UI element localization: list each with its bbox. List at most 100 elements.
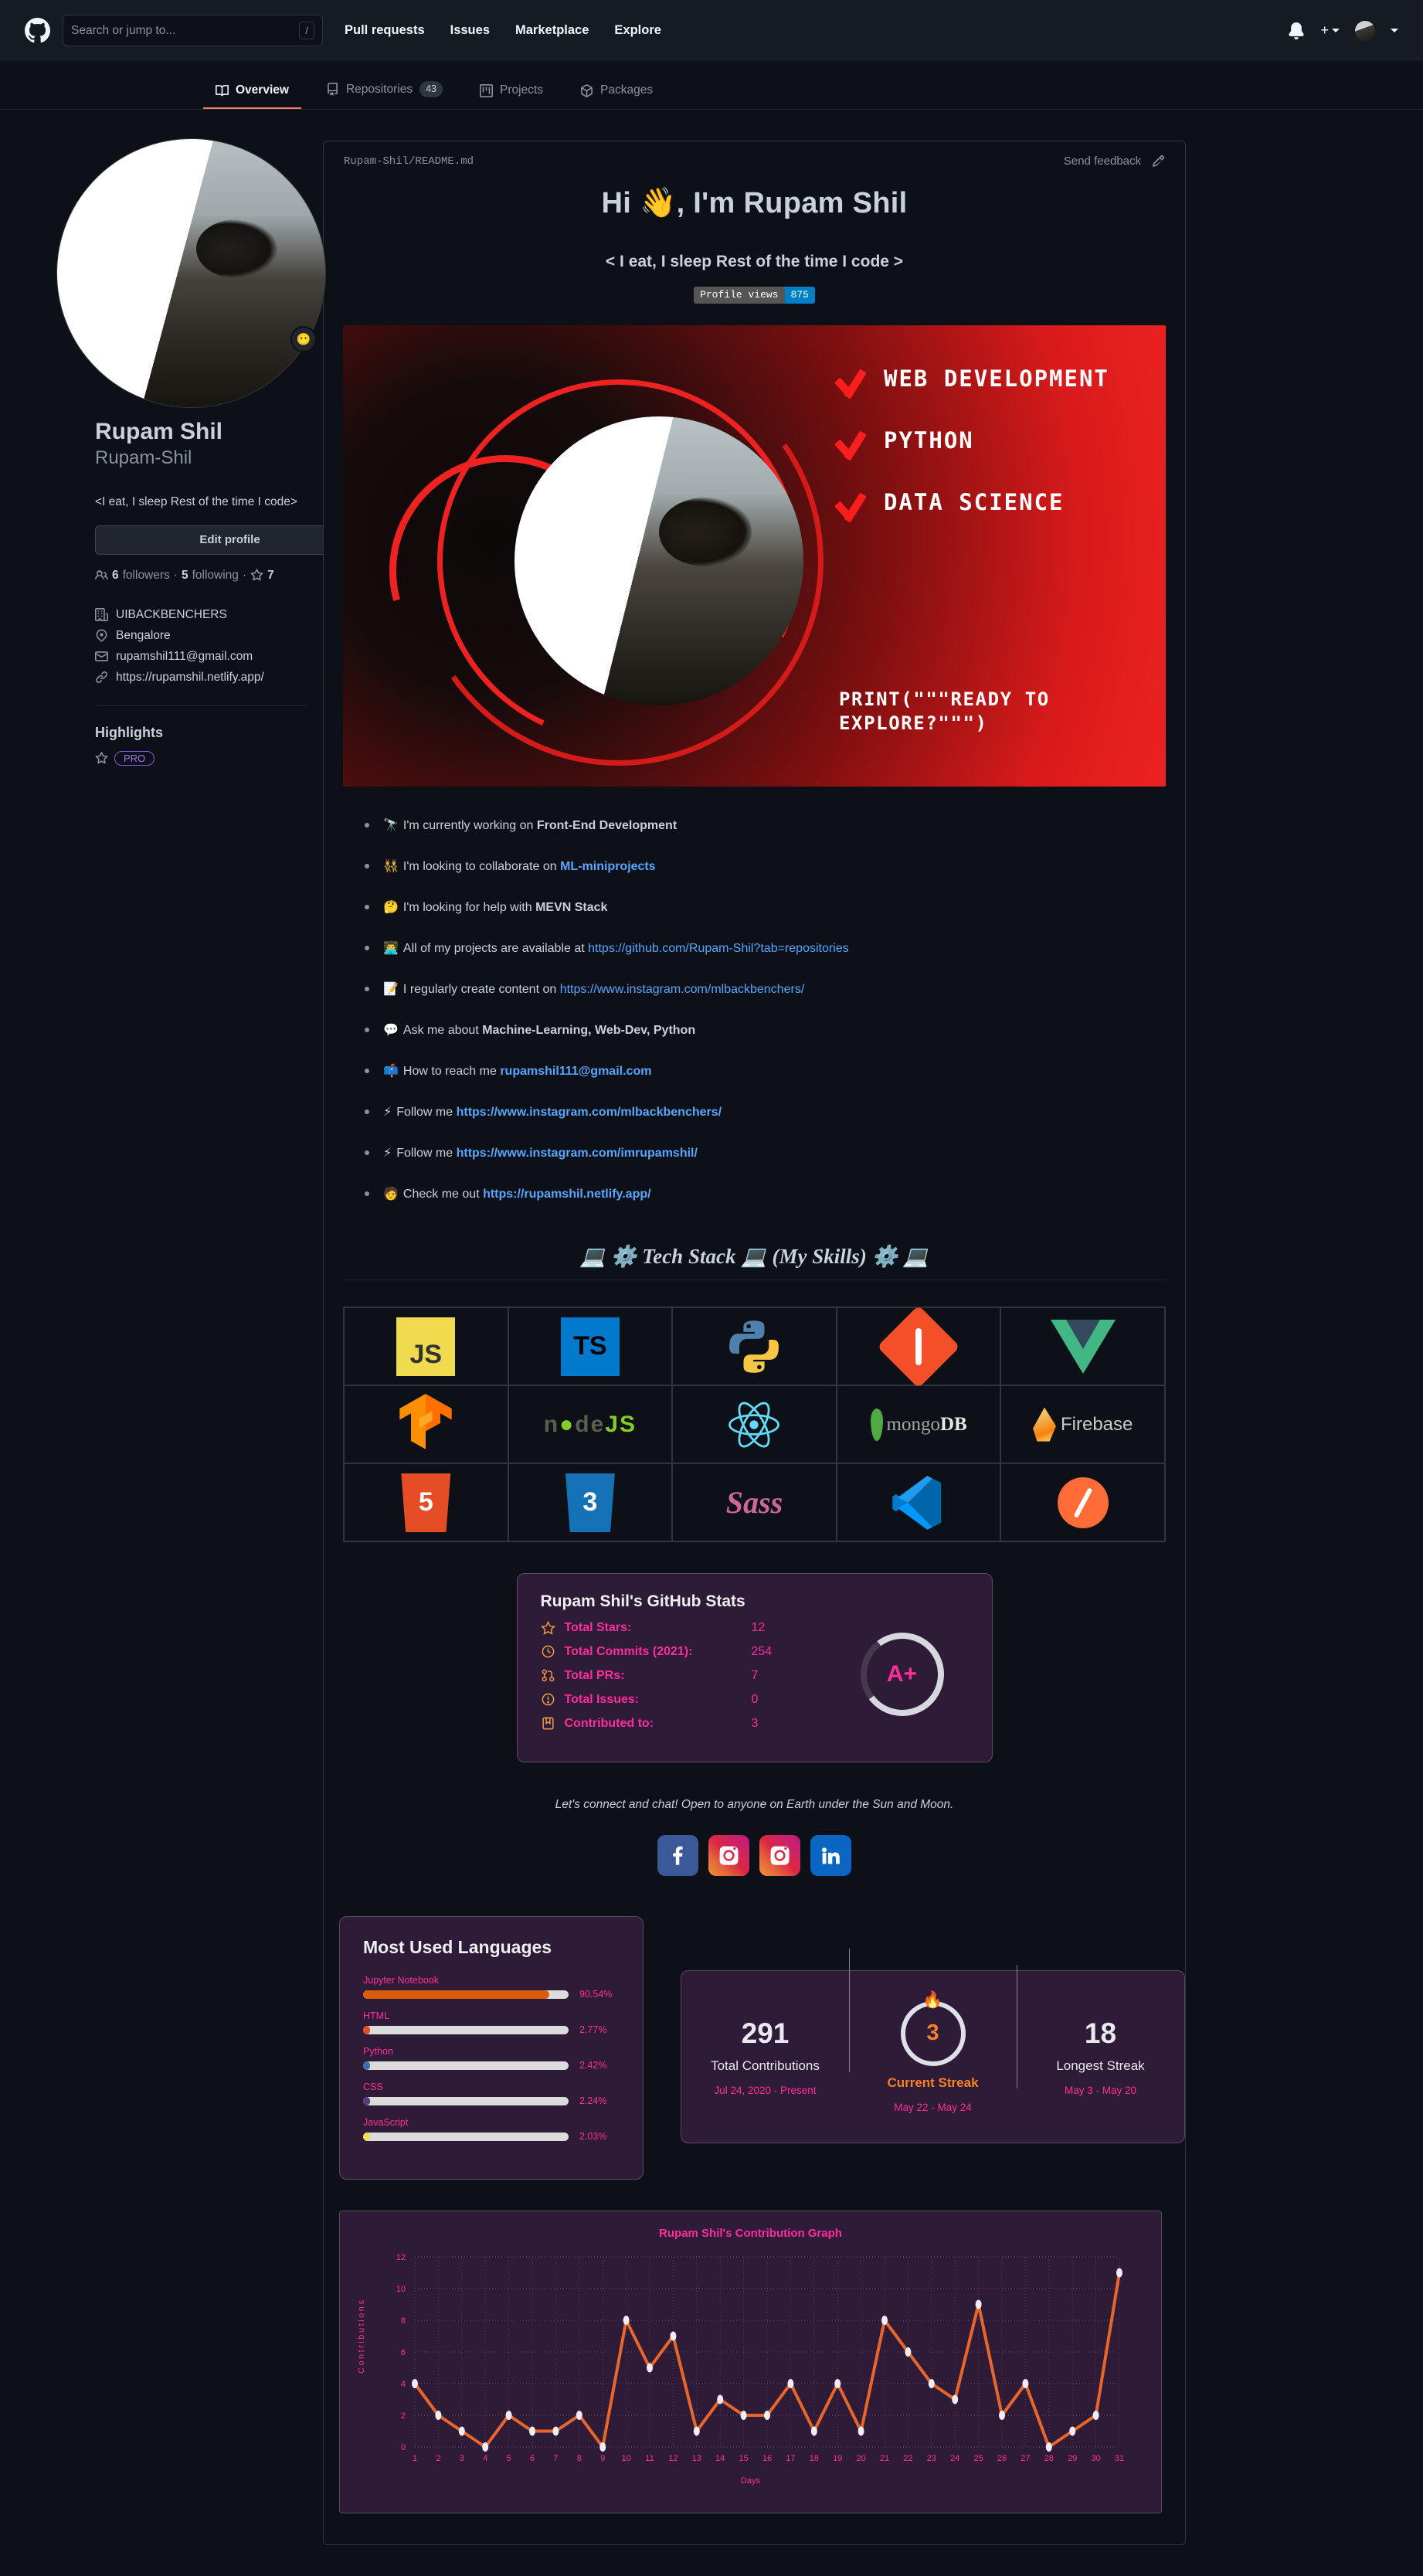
- github-logo-icon[interactable]: [25, 18, 50, 43]
- profile-bio: <I eat, I sleep Rest of the time I code>: [95, 494, 297, 508]
- avatar-chevron-down-icon[interactable]: [1391, 29, 1398, 32]
- nav-marketplace[interactable]: Marketplace: [515, 23, 589, 38]
- nav-explore[interactable]: Explore: [614, 23, 661, 38]
- contribution-point: [881, 2316, 888, 2325]
- tab-packages[interactable]: Packages: [568, 83, 665, 109]
- tech-cell-sass[interactable]: Sass: [672, 1463, 837, 1541]
- tensorflow-icon: [399, 1393, 452, 1449]
- tech-cell-html5[interactable]: 5: [344, 1463, 508, 1541]
- language-bar-track: [363, 2061, 569, 2070]
- social-facebook[interactable]: [657, 1835, 698, 1876]
- profile-sidebar: 😶 Rupam Shil Rupam-Shil <I eat, I sleep …: [37, 110, 365, 2545]
- bullet-link[interactable]: ML-miniprojects: [560, 860, 656, 873]
- following-label[interactable]: following: [192, 569, 239, 583]
- readme-card: Rupam-Shil/README.md Send feedback Hi 👋,…: [323, 141, 1186, 2545]
- tech-cell-react[interactable]: [672, 1385, 837, 1463]
- tech-cell-nodejs[interactable]: n●deJS: [508, 1385, 673, 1463]
- tech-cell-git[interactable]: [836, 1304, 1001, 1388]
- notifications-bell-icon[interactable]: [1288, 22, 1305, 39]
- avatar-wrapper: 😶: [56, 138, 326, 408]
- tech-cell-python[interactable]: [672, 1307, 837, 1385]
- tech-cell-vuejs[interactable]: [1000, 1307, 1165, 1385]
- book-icon: [216, 84, 229, 96]
- tech-cell-tensorflow[interactable]: [344, 1385, 508, 1463]
- detail-location: Bengalore: [95, 629, 307, 643]
- tab-projects[interactable]: Projects: [467, 83, 555, 109]
- detail-website[interactable]: https://rupamshil.netlify.app/: [95, 671, 307, 685]
- banner-photo: [515, 416, 803, 705]
- profile-banner-image: WEB DEVELOPMENT PYTHON DATA SCIENCE PRIN…: [343, 325, 1166, 787]
- streak-longest-col: 18 Longest Streak May 3 - May 20: [1017, 1965, 1184, 2096]
- x-axis-tick: 1: [412, 2454, 416, 2463]
- search-input[interactable]: [71, 23, 300, 38]
- detail-email[interactable]: rupamshil111@gmail.com: [95, 650, 307, 664]
- website-link[interactable]: https://rupamshil.netlify.app/: [116, 671, 264, 685]
- vscode-icon: [892, 1475, 942, 1530]
- readme-title: Hi 👋, I'm Rupam Shil: [601, 187, 908, 219]
- x-axis-tick: 16: [762, 2454, 771, 2463]
- tab-packages-label: Packages: [600, 83, 654, 97]
- plus-icon: +: [1320, 22, 1329, 38]
- send-feedback-link[interactable]: Send feedback: [1064, 155, 1141, 168]
- search-box[interactable]: /: [63, 15, 323, 46]
- create-new-menu[interactable]: +: [1320, 22, 1340, 39]
- tab-overview[interactable]: Overview: [203, 83, 301, 109]
- social-links: [324, 1835, 1185, 1876]
- language-bar-fill: [363, 2061, 370, 2070]
- organization-name[interactable]: UIBACKBENCHERS: [116, 608, 227, 622]
- x-axis-tick: 30: [1091, 2454, 1100, 2463]
- social-instagram-2[interactable]: [759, 1835, 800, 1876]
- contribution-point: [1021, 2379, 1028, 2388]
- bullet-link[interactable]: https://www.instagram.com/mlbackbenchers…: [457, 1106, 722, 1119]
- contribution-graph-xlabel: Days: [740, 2476, 761, 2486]
- tech-cell-typescript[interactable]: TS: [508, 1307, 673, 1385]
- react-icon: [728, 1402, 780, 1447]
- avatar[interactable]: [56, 138, 326, 408]
- followers-label[interactable]: followers: [123, 569, 170, 583]
- readme-bullet-item: ⚡ Follow me https://www.instagram.com/imr…: [358, 1144, 1185, 1163]
- contribution-point: [552, 2426, 559, 2436]
- social-linkedin[interactable]: [810, 1835, 851, 1876]
- bullet-link[interactable]: https://www.instagram.com/mlbackbenchers…: [560, 983, 805, 996]
- star-icon: [250, 569, 263, 581]
- nav-issues[interactable]: Issues: [450, 23, 490, 38]
- breadcrumb-file[interactable]: README.md: [415, 155, 474, 168]
- tech-cell-vscode[interactable]: [836, 1463, 1001, 1541]
- streak-total-col: 291 Total Contributions Jul 24, 2020 - P…: [681, 2017, 849, 2096]
- stat-label-contributed-to: Contributed to:: [564, 1716, 654, 1730]
- tech-cell-firebase[interactable]: Firebase: [1000, 1385, 1165, 1463]
- banner-skill-item: PYTHON: [836, 427, 1109, 461]
- header-user-avatar[interactable]: [1355, 20, 1375, 41]
- nav-pull-requests[interactable]: Pull requests: [345, 23, 425, 38]
- star-icon: [540, 1620, 555, 1635]
- bullet-emoji-icon: 🔭: [383, 817, 399, 832]
- status-emoji-badge[interactable]: 😶: [290, 326, 317, 352]
- tech-cell-postman[interactable]: [1000, 1463, 1165, 1541]
- tab-repositories[interactable]: Repositories 43: [314, 81, 455, 109]
- tech-cell-javascript[interactable]: JS: [344, 1307, 508, 1385]
- checkmark-icon: [836, 430, 867, 461]
- language-bar-track: [363, 2025, 569, 2034]
- following-count[interactable]: 5: [182, 569, 188, 583]
- breadcrumb-owner[interactable]: Rupam-Shil: [344, 155, 409, 168]
- bullet-link[interactable]: https://www.instagram.com/imrupamshil/: [457, 1147, 698, 1160]
- x-axis-tick: 27: [1021, 2454, 1030, 2463]
- language-bar-track: [363, 2132, 569, 2141]
- bullet-link[interactable]: rupamshil111@gmail.com: [500, 1065, 651, 1078]
- typescript-icon: TS: [560, 1317, 620, 1376]
- email-link[interactable]: rupamshil111@gmail.com: [116, 650, 253, 664]
- tech-cell-css3[interactable]: 3: [508, 1463, 673, 1541]
- social-instagram-1[interactable]: [708, 1835, 749, 1876]
- pencil-edit-icon[interactable]: [1152, 155, 1165, 168]
- readme-header: Rupam-Shil/README.md Send feedback: [324, 141, 1185, 168]
- contribution-point: [576, 2411, 582, 2420]
- stars-count[interactable]: 7: [267, 569, 274, 583]
- followers-count[interactable]: 6: [112, 569, 119, 583]
- y-axis-tick: 6: [400, 2348, 405, 2357]
- tech-cell-mongodb[interactable]: mongoDB: [836, 1385, 1001, 1463]
- contribution-point: [786, 2379, 793, 2388]
- bullet-link[interactable]: https://rupamshil.netlify.app/: [483, 1188, 651, 1201]
- x-axis-tick: 22: [903, 2454, 912, 2463]
- detail-organization[interactable]: UIBACKBENCHERS: [95, 608, 307, 622]
- bullet-link[interactable]: https://github.com/Rupam-Shil?tab=reposi…: [588, 942, 849, 955]
